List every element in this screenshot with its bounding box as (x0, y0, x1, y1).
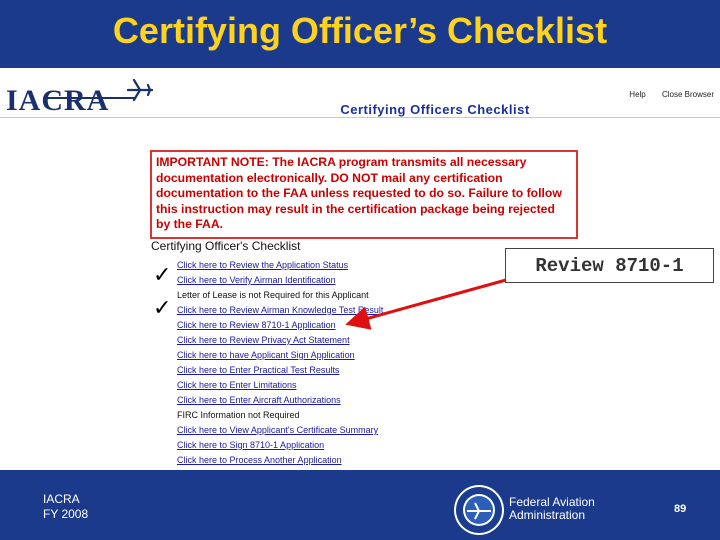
checklist-item[interactable]: Click here to Enter Aircraft Authorizati… (177, 393, 383, 408)
page-heading: Certifying Officers Checklist (340, 102, 530, 117)
checklist-item[interactable]: Click here to Review the Application Sta… (177, 258, 383, 273)
checklist-item[interactable]: Click here to Review Privacy Act Stateme… (177, 333, 383, 348)
checklist-item[interactable]: Click here to View Applicant's Certifica… (177, 423, 383, 438)
checklist-item: Letter of Lease is not Required for this… (177, 290, 369, 300)
slide-title: Certifying Officer’s Checklist (112, 10, 608, 51)
checklist-item[interactable]: Click here to Verify Airman Identificati… (177, 273, 383, 288)
checklist-item[interactable]: Click here to Process Another Applicatio… (177, 453, 383, 468)
checklist: Click here to Review the Application Sta… (177, 258, 383, 468)
page-number: 89 (674, 503, 687, 515)
check-mark-icon: ✓ (153, 262, 172, 287)
checklist-item[interactable]: Click here to have Applicant Sign Applic… (177, 348, 383, 363)
checklist-item[interactable]: Click here to Review Airman Knowledge Te… (177, 303, 383, 318)
iacra-screenshot: IACRA Help Close Browser Certifying Offi… (0, 68, 720, 470)
checklist-title: Certifying Officer's Checklist (151, 239, 301, 253)
agency-line-2: Administration (509, 508, 586, 522)
footer-agency: Federal Aviation Administration (509, 496, 595, 522)
checklist-item[interactable]: Click here to Enter Practical Test Resul… (177, 363, 383, 378)
airplane-icon (126, 78, 154, 102)
check-mark-icon: ✓ (153, 295, 172, 320)
checklist-item: FIRC Information not Required (177, 410, 300, 420)
footer-program: IACRA FY 2008 (43, 492, 88, 522)
footer-program-name: IACRA (43, 492, 80, 506)
review-8710-callout: Review 8710-1 (505, 248, 714, 283)
important-note: IMPORTANT NOTE: The IACRA program transm… (150, 150, 578, 239)
faa-seal-icon (454, 485, 504, 535)
footer-fiscal-year: FY 2008 (43, 507, 89, 521)
checklist-item[interactable]: Click here to Review 8710-1 Application (177, 318, 383, 333)
checklist-item[interactable]: Click here to Sign 8710-1 Application (177, 438, 383, 453)
top-nav: Help Close Browser (615, 90, 714, 99)
close-browser-link[interactable]: Close Browser (662, 90, 714, 99)
header-divider (0, 117, 720, 118)
help-link[interactable]: Help (629, 90, 645, 99)
checklist-item[interactable]: Click here to Enter Limitations (177, 378, 383, 393)
